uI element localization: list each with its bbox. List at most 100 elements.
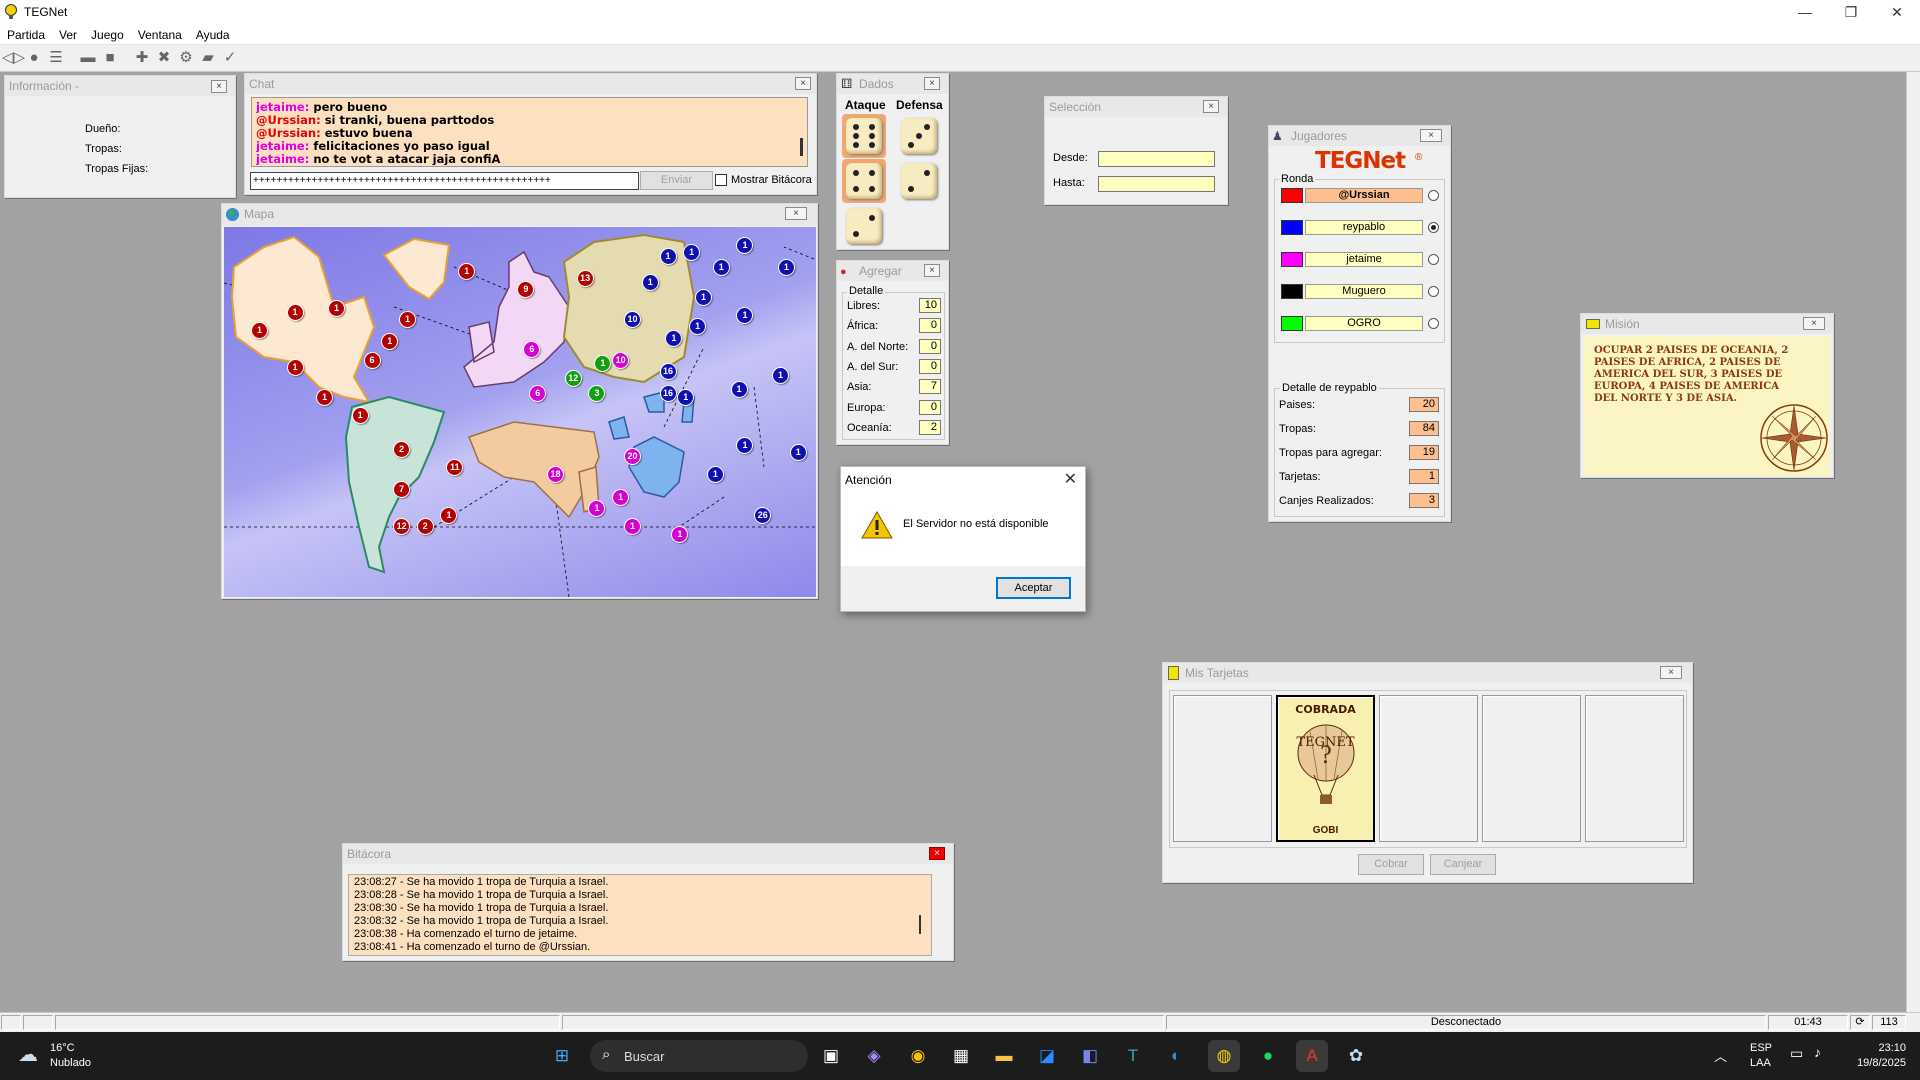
territory-troop-marker[interactable]: 1 xyxy=(317,389,333,405)
card-slot-1[interactable] xyxy=(1173,695,1272,842)
dice-close-button[interactable]: × xyxy=(924,77,940,90)
attack-icon[interactable]: ✖ xyxy=(154,48,174,68)
network-app-icon[interactable]: ✿ xyxy=(1340,1040,1372,1072)
chat-close-button[interactable]: × xyxy=(795,77,811,90)
territory-troop-marker[interactable]: 1 xyxy=(666,330,682,346)
card-icon[interactable]: ▰ xyxy=(198,48,218,68)
territory-troop-marker[interactable]: 20 xyxy=(624,448,640,464)
player-turn-radio[interactable] xyxy=(1428,254,1439,265)
territory-troop-marker[interactable]: 1 xyxy=(731,382,747,398)
card-slot-2[interactable]: COBRADA ? TEGNET GOBI xyxy=(1276,695,1375,842)
task-view-icon[interactable]: ▣ xyxy=(815,1040,847,1072)
territory-troop-marker[interactable]: 1 xyxy=(287,304,303,320)
territory-troop-marker[interactable]: 1 xyxy=(672,526,688,542)
dialog-close-button[interactable]: ✕ xyxy=(1064,469,1077,489)
minimize-button[interactable]: — xyxy=(1782,0,1828,25)
end-turn-icon[interactable]: ✓ xyxy=(220,48,240,68)
accept-button[interactable]: Aceptar xyxy=(996,577,1071,599)
disconnect-icon[interactable]: ● xyxy=(24,48,44,68)
menu-ventana[interactable]: Ventana xyxy=(131,25,189,45)
spotify-icon[interactable]: ● xyxy=(1252,1040,1284,1072)
collect-button[interactable]: Cobrar xyxy=(1358,854,1424,875)
clock-date[interactable]: 19/8/2025 xyxy=(1846,1057,1906,1069)
add-troops-icon[interactable]: ✚ xyxy=(132,48,152,68)
territory-troop-marker[interactable]: 1 xyxy=(642,275,658,290)
language-1[interactable]: ESP xyxy=(1750,1042,1772,1054)
copilot-icon[interactable]: ◈ xyxy=(858,1040,890,1072)
language-2[interactable]: LAA xyxy=(1750,1057,1771,1069)
taskbar-search[interactable]: ⌕ Buscar xyxy=(590,1040,808,1072)
territory-troop-marker[interactable]: 13 xyxy=(577,271,593,287)
chrome-icon[interactable]: ◉ xyxy=(902,1040,934,1072)
card-slot-4[interactable] xyxy=(1482,695,1581,842)
info-close-button[interactable]: × xyxy=(211,80,227,93)
stop-icon[interactable]: ■ xyxy=(100,48,120,68)
territory-troop-marker[interactable]: 1 xyxy=(287,360,303,376)
send-button[interactable]: Enviar xyxy=(640,171,713,190)
store-icon[interactable]: ▦ xyxy=(945,1040,977,1072)
player-turn-radio[interactable] xyxy=(1428,286,1439,297)
show-log-checkbox[interactable] xyxy=(715,174,727,186)
folder-icon[interactable]: ▬ xyxy=(988,1040,1020,1072)
acrobat-icon[interactable]: A xyxy=(1296,1040,1328,1072)
start-icon[interactable]: ▬ xyxy=(78,48,98,68)
territory-troop-marker[interactable]: 6 xyxy=(364,352,380,368)
territory-troop-marker[interactable]: 12 xyxy=(565,371,581,387)
log-scroll-thumb[interactable] xyxy=(919,915,921,934)
teams-free-icon[interactable]: T xyxy=(1117,1040,1149,1072)
outlook-icon[interactable]: ◪ xyxy=(1031,1040,1063,1072)
show-hidden-icon[interactable]: ︿ xyxy=(1714,1046,1727,1065)
maximize-button[interactable]: ❐ xyxy=(1828,0,1874,25)
territory-troop-marker[interactable]: 1 xyxy=(328,300,344,316)
territory-troop-marker[interactable]: 1 xyxy=(696,289,712,305)
regroup-icon[interactable]: ⚙ xyxy=(176,48,196,68)
chat-input[interactable]: ++++++++++++++++++++++++++++++++++++++++… xyxy=(250,172,639,190)
menu-ver[interactable]: Ver xyxy=(52,25,84,45)
map-close-button[interactable]: × xyxy=(785,207,807,220)
add-close-button[interactable]: × xyxy=(924,264,940,277)
volume-icon[interactable]: ♪ xyxy=(1814,1044,1821,1060)
card-slot-3[interactable] xyxy=(1379,695,1478,842)
list-icon[interactable]: ☰ xyxy=(46,48,66,68)
territory-troop-marker[interactable]: 2 xyxy=(394,441,410,457)
vertical-scrollbar[interactable] xyxy=(1906,72,1920,1012)
connect-icon[interactable]: ◁▷ xyxy=(2,48,25,68)
start-icon[interactable]: ⊞ xyxy=(546,1040,578,1072)
players-close-button[interactable]: × xyxy=(1420,129,1442,142)
territory-troop-marker[interactable]: 1 xyxy=(772,367,788,383)
card-slot-5[interactable] xyxy=(1585,695,1684,842)
chat-scroll-thumb[interactable] xyxy=(800,138,803,156)
territory-troop-marker[interactable]: 1 xyxy=(660,249,676,265)
territory-troop-marker[interactable]: 10 xyxy=(613,352,629,368)
close-button[interactable]: ✕ xyxy=(1874,0,1920,25)
player-turn-radio[interactable] xyxy=(1428,190,1439,201)
log-close-button[interactable]: × xyxy=(929,847,945,860)
territory-troop-marker[interactable]: 1 xyxy=(613,489,629,505)
edge-icon[interactable]: ◐ xyxy=(1160,1040,1192,1072)
weather-desc[interactable]: Nublado xyxy=(50,1057,91,1069)
territory-troop-marker[interactable]: 1 xyxy=(400,312,416,327)
territory-troop-marker[interactable]: 1 xyxy=(778,260,794,276)
teams-icon[interactable]: ◧ xyxy=(1074,1040,1106,1072)
menu-ayuda[interactable]: Ayuda xyxy=(189,25,237,45)
player-turn-radio[interactable] xyxy=(1428,222,1439,233)
exchange-button[interactable]: Canjear xyxy=(1430,854,1496,875)
cards-close-button[interactable]: × xyxy=(1660,666,1682,679)
display-icon[interactable]: ▭ xyxy=(1790,1045,1803,1062)
selection-close-button[interactable]: × xyxy=(1203,100,1219,113)
tegnet-taskbar-icon[interactable]: ◍ xyxy=(1208,1040,1240,1072)
clock-time[interactable]: 23:10 xyxy=(1856,1042,1906,1054)
menu-juego[interactable]: Juego xyxy=(84,25,131,45)
player-turn-radio[interactable] xyxy=(1428,318,1439,329)
territory-troop-marker[interactable]: 1 xyxy=(713,260,729,276)
territory-troop-marker[interactable]: 1 xyxy=(790,445,806,461)
territory-troop-marker[interactable]: 6 xyxy=(524,341,540,357)
territory-troop-marker[interactable]: 16 xyxy=(660,363,676,379)
menu-partida[interactable]: Partida xyxy=(0,25,52,45)
mission-close-button[interactable]: × xyxy=(1803,317,1825,330)
territory-troop-marker[interactable]: 2 xyxy=(417,519,433,535)
territory-troop-marker[interactable]: 1 xyxy=(678,389,694,405)
territory-troop-marker[interactable]: 16 xyxy=(660,386,676,401)
territory-troop-marker[interactable]: 10 xyxy=(624,312,640,327)
territory-troop-marker[interactable]: 1 xyxy=(352,408,368,424)
